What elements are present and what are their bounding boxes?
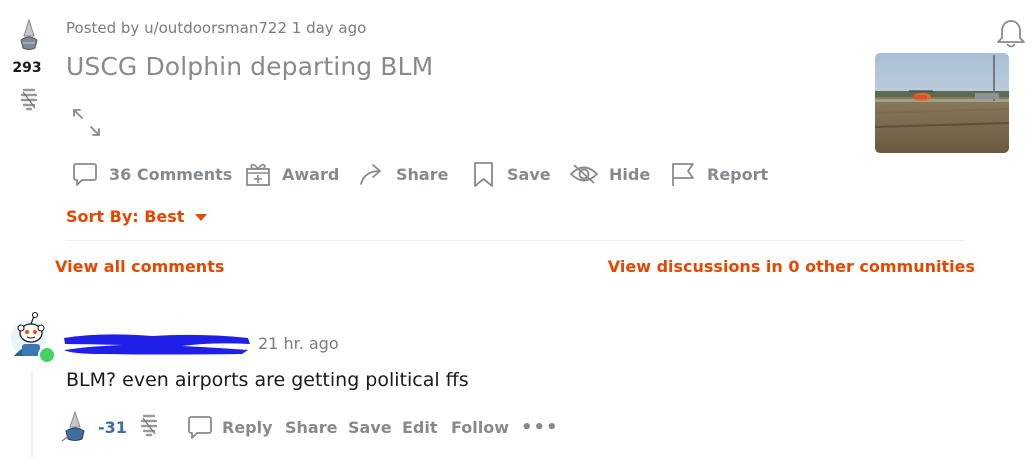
divider xyxy=(66,240,964,241)
comment-bubble-icon xyxy=(73,163,97,186)
caret-down-icon xyxy=(195,213,208,221)
save-button[interactable]: Save xyxy=(471,154,551,194)
comment-share-button[interactable]: Share xyxy=(285,406,337,448)
thread-line[interactable] xyxy=(31,372,33,458)
post-score: 293 xyxy=(12,60,42,76)
hide-button[interactable]: Hide xyxy=(569,154,650,194)
award-button[interactable]: Award xyxy=(244,154,339,194)
hide-label: Hide xyxy=(609,164,651,184)
bookmark-icon xyxy=(474,162,493,187)
avatar[interactable] xyxy=(10,308,58,364)
reply-label: Reply xyxy=(222,417,273,437)
share-button[interactable]: Share xyxy=(358,154,448,194)
report-button[interactable]: Report xyxy=(669,154,768,194)
report-label: Report xyxy=(707,164,769,184)
comment-downvote-button[interactable] xyxy=(138,406,160,448)
sort-dropdown[interactable]: Sort By: Best xyxy=(66,207,208,226)
bell-icon[interactable] xyxy=(994,18,1028,50)
redacted-username xyxy=(62,330,252,356)
reply-button[interactable]: Reply xyxy=(186,406,273,448)
share-arrow-icon xyxy=(360,164,381,185)
post-title[interactable]: USCG Dolphin departing BLM xyxy=(66,52,433,81)
comment-follow-button[interactable]: Follow xyxy=(451,406,509,448)
flag-icon xyxy=(672,163,694,186)
comment-bubble-icon xyxy=(188,416,212,439)
post-thumbnail[interactable] xyxy=(875,53,1009,153)
expand-icon[interactable] xyxy=(70,106,104,140)
comment-edit-button[interactable]: Edit xyxy=(402,406,438,448)
downvote-arrow-icon xyxy=(140,414,158,437)
downvote-arrow-icon[interactable] xyxy=(18,88,40,114)
comment-save-button[interactable]: Save xyxy=(348,406,392,448)
comment-timestamp[interactable]: 21 hr. ago xyxy=(258,334,339,353)
comment-score: -31 xyxy=(98,417,127,437)
view-discussions-link[interactable]: View discussions in 0 other communities xyxy=(608,257,975,276)
online-dot-icon xyxy=(38,346,56,364)
comment-body: BLM? even airports are getting political… xyxy=(66,369,469,391)
post-meta: Posted by u/outdoorsman722 1 day ago xyxy=(66,19,367,37)
save-label: Save xyxy=(507,164,551,184)
share-label: Share xyxy=(396,164,449,184)
more-options-button[interactable]: ••• xyxy=(521,406,559,448)
gift-icon xyxy=(246,163,270,186)
upvote-arrow-icon xyxy=(61,410,85,442)
eye-slash-icon xyxy=(569,164,599,184)
upvote-arrow-icon[interactable] xyxy=(16,18,42,52)
comments-label: 36 Comments xyxy=(109,164,233,184)
view-all-comments-link[interactable]: View all comments xyxy=(55,257,224,276)
comment-upvote-button[interactable] xyxy=(60,406,90,448)
sort-label: Sort By: Best xyxy=(66,207,185,226)
award-label: Award xyxy=(282,164,340,184)
post-vote-column: 293 xyxy=(8,18,46,118)
comments-button[interactable]: 36 Comments xyxy=(71,154,232,194)
